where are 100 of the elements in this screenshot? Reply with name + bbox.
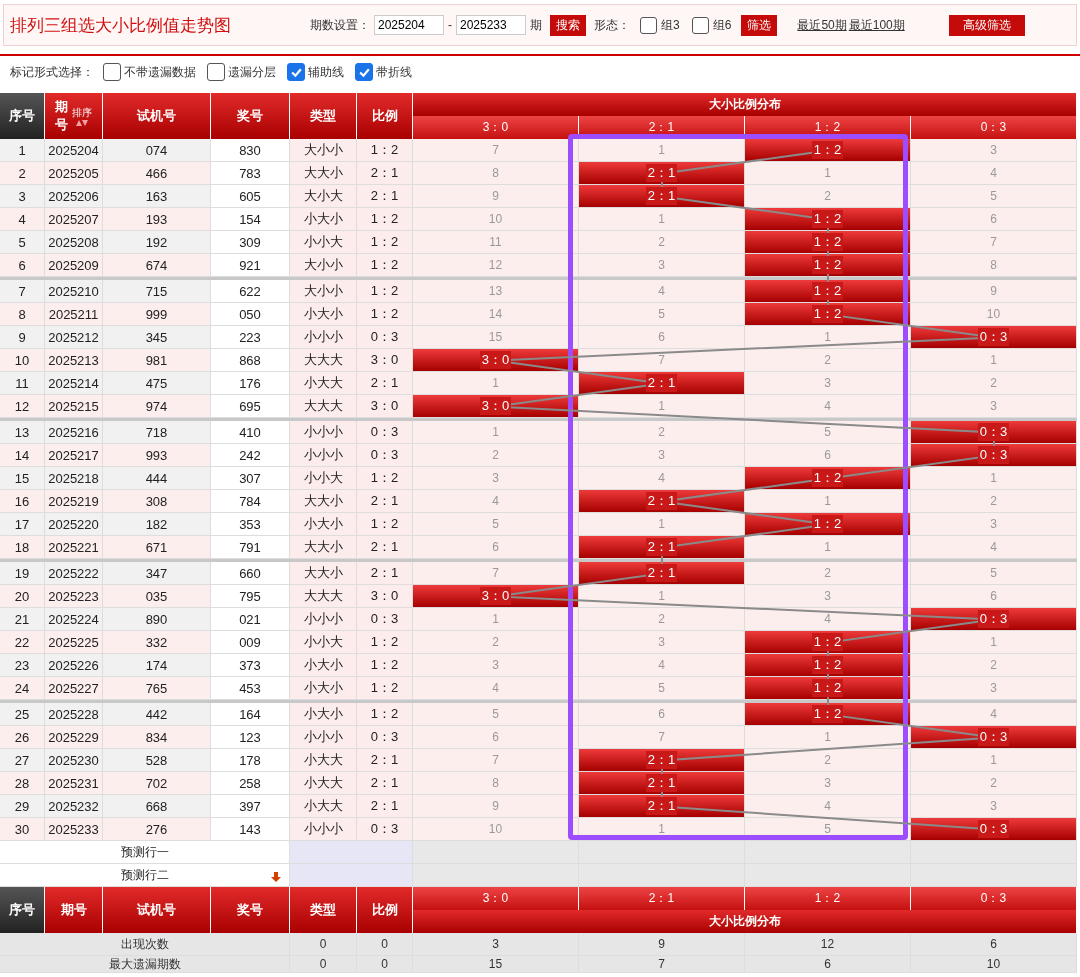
table-cell: 4 [911,536,1077,559]
prediction-label: 预测行二 [0,864,290,887]
table-cell: 345 [103,326,211,349]
checkbox[interactable] [691,16,709,34]
table-cell: 3 [911,513,1077,536]
sort-icon [76,120,88,126]
checkbox[interactable] [287,63,305,81]
table-cell: 6 [0,254,45,277]
table-cell: 3 [745,372,911,395]
table-cell: 715 [103,280,211,303]
table-cell: 258 [211,772,290,795]
checkbox-label: 组3 [661,16,680,34]
stat-label: 最大遗漏期数 [0,956,290,973]
period-from-field[interactable]: 2025204 [374,15,444,35]
table-cell: 2025214 [45,372,103,395]
table-cell: 2 [911,490,1077,513]
table-cell: 1：2 [357,703,413,726]
table-cell: 0：3 [911,326,1077,349]
column-header[interactable]: 期 号 排序 [45,93,103,139]
table-cell: 5 [911,562,1077,585]
table-cell: 695 [211,395,290,418]
table-cell: 6 [911,933,1077,956]
table-cell: 10 [413,208,579,231]
checkbox[interactable] [355,63,373,81]
table-cell: 小小大 [290,467,357,490]
table-cell: 3 [579,631,745,654]
period-label: 期数设置： [310,16,370,34]
table-cell: 1：2 [357,467,413,490]
table-cell: 993 [103,444,211,467]
down-arrow-icon[interactable] [271,872,281,882]
table-cell: 830 [211,139,290,162]
table-cell: 2：1 [579,536,745,559]
table-cell: 1：2 [745,254,911,277]
table-cell: 2025207 [45,208,103,231]
table-cell: 192 [103,231,211,254]
sort-control[interactable]: 排序 [72,106,92,126]
table-cell: 4 [413,490,579,513]
table-cell: 大大大 [290,349,357,372]
table-cell: 0：3 [357,421,413,444]
table-cell: 3 [0,185,45,208]
table-cell: 2025227 [45,677,103,700]
table-cell: 2025222 [45,562,103,585]
marker-label: 标记形式选择： [10,63,94,81]
table-cell: 3 [413,933,579,956]
table-cell: 2025215 [45,395,103,418]
table-cell: 5 [579,677,745,700]
table-cell: 小小大 [290,231,357,254]
table-cell: 小大小 [290,303,357,326]
advanced-filter-button[interactable]: 高级筛选 [948,14,1025,36]
table-cell: 834 [103,726,211,749]
table-cell: 5 [911,185,1077,208]
table-cell: 1 [579,585,745,608]
table-cell: 1：2 [357,280,413,303]
table-cell: 23 [0,654,45,677]
table-cell: 2：1 [579,185,745,208]
recent-link[interactable]: 最近100期 [848,16,905,34]
search-button[interactable]: 搜索 [550,14,586,36]
table-cell: 小大大 [290,772,357,795]
table-cell: 1：2 [357,139,413,162]
checkbox-label: 不带遗漏数据 [124,63,196,81]
table-cell: 035 [103,585,211,608]
table-cell: 1 [413,608,579,631]
shape-label: 形态： [594,16,630,34]
table-cell: 小小小 [290,726,357,749]
table-cell: 1 [745,162,911,185]
table-cell: 15 [0,467,45,490]
table-cell: 164 [211,703,290,726]
table-cell: 7 [413,139,579,162]
table-cell: 347 [103,562,211,585]
table-cell: 10 [911,956,1077,973]
filter-button[interactable]: 筛选 [741,14,778,36]
table-cell: 2025228 [45,703,103,726]
table-cell: 5 [0,231,45,254]
table-cell: 178 [211,749,290,772]
table-cell: 1：2 [745,703,911,726]
table-cell: 1 [579,513,745,536]
column-header: 1：2 [745,887,911,910]
table-cell: 3：0 [413,349,579,372]
recent-link[interactable]: 最近50期 [797,16,847,34]
table-cell: 622 [211,280,290,303]
table-cell: 2025211 [45,303,103,326]
table-cell: 7 [579,956,745,973]
table-cell: 3 [745,772,911,795]
table-cell: 2 [579,421,745,444]
checkbox-label: 辅助线 [308,63,344,81]
table-cell: 4 [911,703,1077,726]
table-cell: 6 [413,536,579,559]
table-cell: 30 [0,818,45,841]
checkbox[interactable] [640,16,657,34]
table-cell: 1：2 [357,654,413,677]
checkbox[interactable] [103,63,121,81]
checkbox[interactable] [207,63,225,81]
table-cell: 1 [413,421,579,444]
table-cell: 6 [413,726,579,749]
table-cell: 0：3 [357,326,413,349]
period-to-field[interactable]: 2025233 [456,15,526,35]
table-cell: 123 [211,726,290,749]
column-header: 0：3 [911,116,1077,139]
table-cell: 9 [413,185,579,208]
table-cell: 668 [103,795,211,818]
